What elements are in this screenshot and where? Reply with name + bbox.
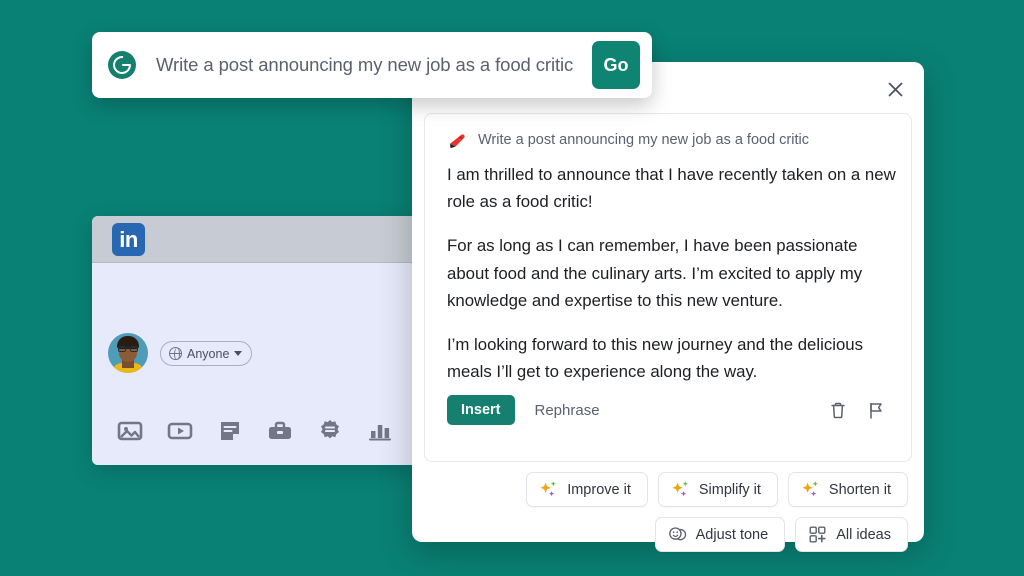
grammarly-prompt-bar: Write a post announcing my new job as a … xyxy=(92,32,652,98)
trash-icon[interactable] xyxy=(829,401,847,420)
result-action-icons xyxy=(829,401,885,420)
prompt-echo: Write a post announcing my new job as a … xyxy=(447,130,899,150)
sparkles-icon xyxy=(539,480,558,499)
chip-label: Shorten it xyxy=(828,481,891,498)
poll-icon[interactable] xyxy=(366,417,394,445)
all-ideas-chip[interactable]: All ideas xyxy=(795,517,908,552)
linkedin-window: in Anyone xyxy=(92,216,422,465)
generated-post: I am thrilled to announce that I have re… xyxy=(447,161,899,385)
generated-text-box: Write a post announcing my new job as a … xyxy=(424,113,912,462)
globe-icon xyxy=(169,347,183,361)
post-paragraph: I am thrilled to announce that I have re… xyxy=(447,165,896,212)
chip-label: All ideas xyxy=(836,526,891,543)
simplify-it-chip[interactable]: Simplify it xyxy=(657,472,778,507)
shorten-it-chip[interactable]: Shorten it xyxy=(787,472,908,507)
composer-toolbar xyxy=(92,417,394,445)
document-icon[interactable] xyxy=(216,417,244,445)
suggestion-chips: Improve it Simplify it Shorten it Adjust… xyxy=(424,472,908,552)
video-icon[interactable] xyxy=(166,417,194,445)
chevron-down-icon xyxy=(234,351,243,356)
grid-plus-icon xyxy=(808,525,827,544)
insert-button[interactable]: Insert xyxy=(447,395,515,426)
celebrate-icon[interactable] xyxy=(316,417,344,445)
prompt-echo-text: Write a post announcing my new job as a … xyxy=(478,132,809,148)
marker-icon xyxy=(447,130,467,150)
linkedin-logo: in xyxy=(112,223,145,256)
tone-faces-icon xyxy=(668,525,687,544)
prompt-input[interactable]: Write a post announcing my new job as a … xyxy=(156,54,592,76)
sparkles-icon xyxy=(671,480,690,499)
adjust-tone-chip[interactable]: Adjust tone xyxy=(654,517,786,552)
post-paragraph: For as long as I can remember, I have be… xyxy=(447,236,863,310)
image-icon[interactable] xyxy=(116,417,144,445)
avatar xyxy=(108,333,148,373)
result-actions: Insert Rephrase xyxy=(447,395,899,426)
suggestion-chip-row-1: Improve it Simplify it Shorten it xyxy=(526,472,908,507)
flag-icon[interactable] xyxy=(867,401,885,420)
suggestion-chip-row-2: Adjust tone All ideas xyxy=(654,517,908,552)
audience-label: Anyone xyxy=(187,346,230,361)
linkedin-titlebar: in xyxy=(92,216,422,263)
close-icon[interactable] xyxy=(882,76,908,102)
rephrase-button[interactable]: Rephrase xyxy=(535,402,600,419)
improve-it-chip[interactable]: Improve it xyxy=(526,472,648,507)
chip-label: Simplify it xyxy=(698,481,761,498)
audience-selector[interactable]: Anyone xyxy=(160,341,253,366)
chip-label: Adjust tone xyxy=(695,526,769,543)
go-button[interactable]: Go xyxy=(592,41,640,89)
post-paragraph: I’m looking forward to this new journey … xyxy=(447,335,864,382)
grammarly-g-icon xyxy=(108,51,136,79)
grammarly-result-card: Write a post announcing my new job as a … xyxy=(412,62,924,552)
sparkles-icon xyxy=(801,480,820,499)
chip-label: Improve it xyxy=(567,481,631,498)
briefcase-icon[interactable] xyxy=(266,417,294,445)
linkedin-composer: Anyone xyxy=(92,263,422,465)
